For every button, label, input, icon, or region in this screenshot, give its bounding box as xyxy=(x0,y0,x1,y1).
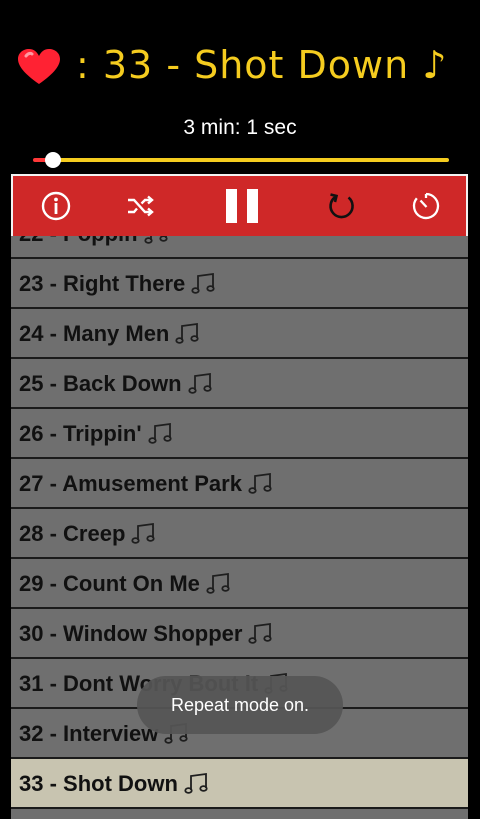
header: : 33 - Shot Down ♪ xyxy=(0,0,480,110)
music-note-icon xyxy=(131,523,155,544)
track-title: 28 - Creep xyxy=(19,519,157,549)
shuffle-icon xyxy=(128,195,154,217)
info-button[interactable] xyxy=(31,176,81,236)
track-title: 22 - Poppin xyxy=(19,236,170,249)
track-title: 24 - Many Men xyxy=(19,319,201,349)
sleep-timer-button[interactable] xyxy=(401,176,451,236)
heart-icon[interactable] xyxy=(17,48,61,86)
track-title: 25 - Back Down xyxy=(19,369,214,399)
track-title: 29 - Count On Me xyxy=(19,569,232,599)
music-note-icon xyxy=(248,473,272,494)
track-row[interactable]: 30 - Window Shopper xyxy=(11,609,468,659)
track-row[interactable]: 22 - Poppin xyxy=(11,236,468,259)
track-row[interactable]: 23 - Right There xyxy=(11,259,468,309)
pause-button[interactable] xyxy=(217,176,267,236)
track-row[interactable]: 26 - Trippin' xyxy=(11,409,468,459)
music-note-icon xyxy=(188,373,212,394)
track-title: 27 - Amusement Park xyxy=(19,469,274,499)
toast-message: Repeat mode on. xyxy=(137,676,343,734)
track-title: 26 - Trippin' xyxy=(19,419,174,449)
track-row[interactable]: 25 - Back Down xyxy=(11,359,468,409)
repeat-icon xyxy=(329,193,354,219)
now-playing-title: : 33 - Shot Down ♪ xyxy=(76,43,448,87)
music-note-icon xyxy=(147,423,172,444)
track-title: 30 - Window Shopper xyxy=(19,619,274,649)
music-note-icon xyxy=(184,773,208,794)
music-note-icon xyxy=(248,623,273,644)
timer-icon xyxy=(412,192,440,220)
info-icon xyxy=(41,191,71,221)
track-row[interactable]: 29 - Count On Me xyxy=(11,559,468,609)
music-note-icon xyxy=(191,273,215,294)
repeat-button[interactable] xyxy=(317,176,367,236)
music-note-icon xyxy=(206,573,230,594)
seek-track xyxy=(41,158,449,162)
music-note-icon xyxy=(143,236,168,244)
track-row[interactable]: 27 - Amusement Park xyxy=(11,459,468,509)
seek-bar[interactable] xyxy=(33,149,449,171)
track-title: 23 - Right There xyxy=(19,269,217,299)
pause-icon xyxy=(226,189,258,223)
track-row[interactable]: 28 - Creep xyxy=(11,509,468,559)
track-row-current[interactable]: 33 - Shot Down xyxy=(11,759,468,809)
track-title: 33 - Shot Down xyxy=(19,769,210,799)
control-bar xyxy=(11,174,468,238)
elapsed-time: 3 min: 1 sec xyxy=(183,116,297,139)
music-note-icon xyxy=(175,323,199,344)
shuffle-button[interactable] xyxy=(115,176,165,236)
seek-thumb[interactable] xyxy=(45,152,62,168)
track-row[interactable]: 24 - Many Men xyxy=(11,309,468,359)
